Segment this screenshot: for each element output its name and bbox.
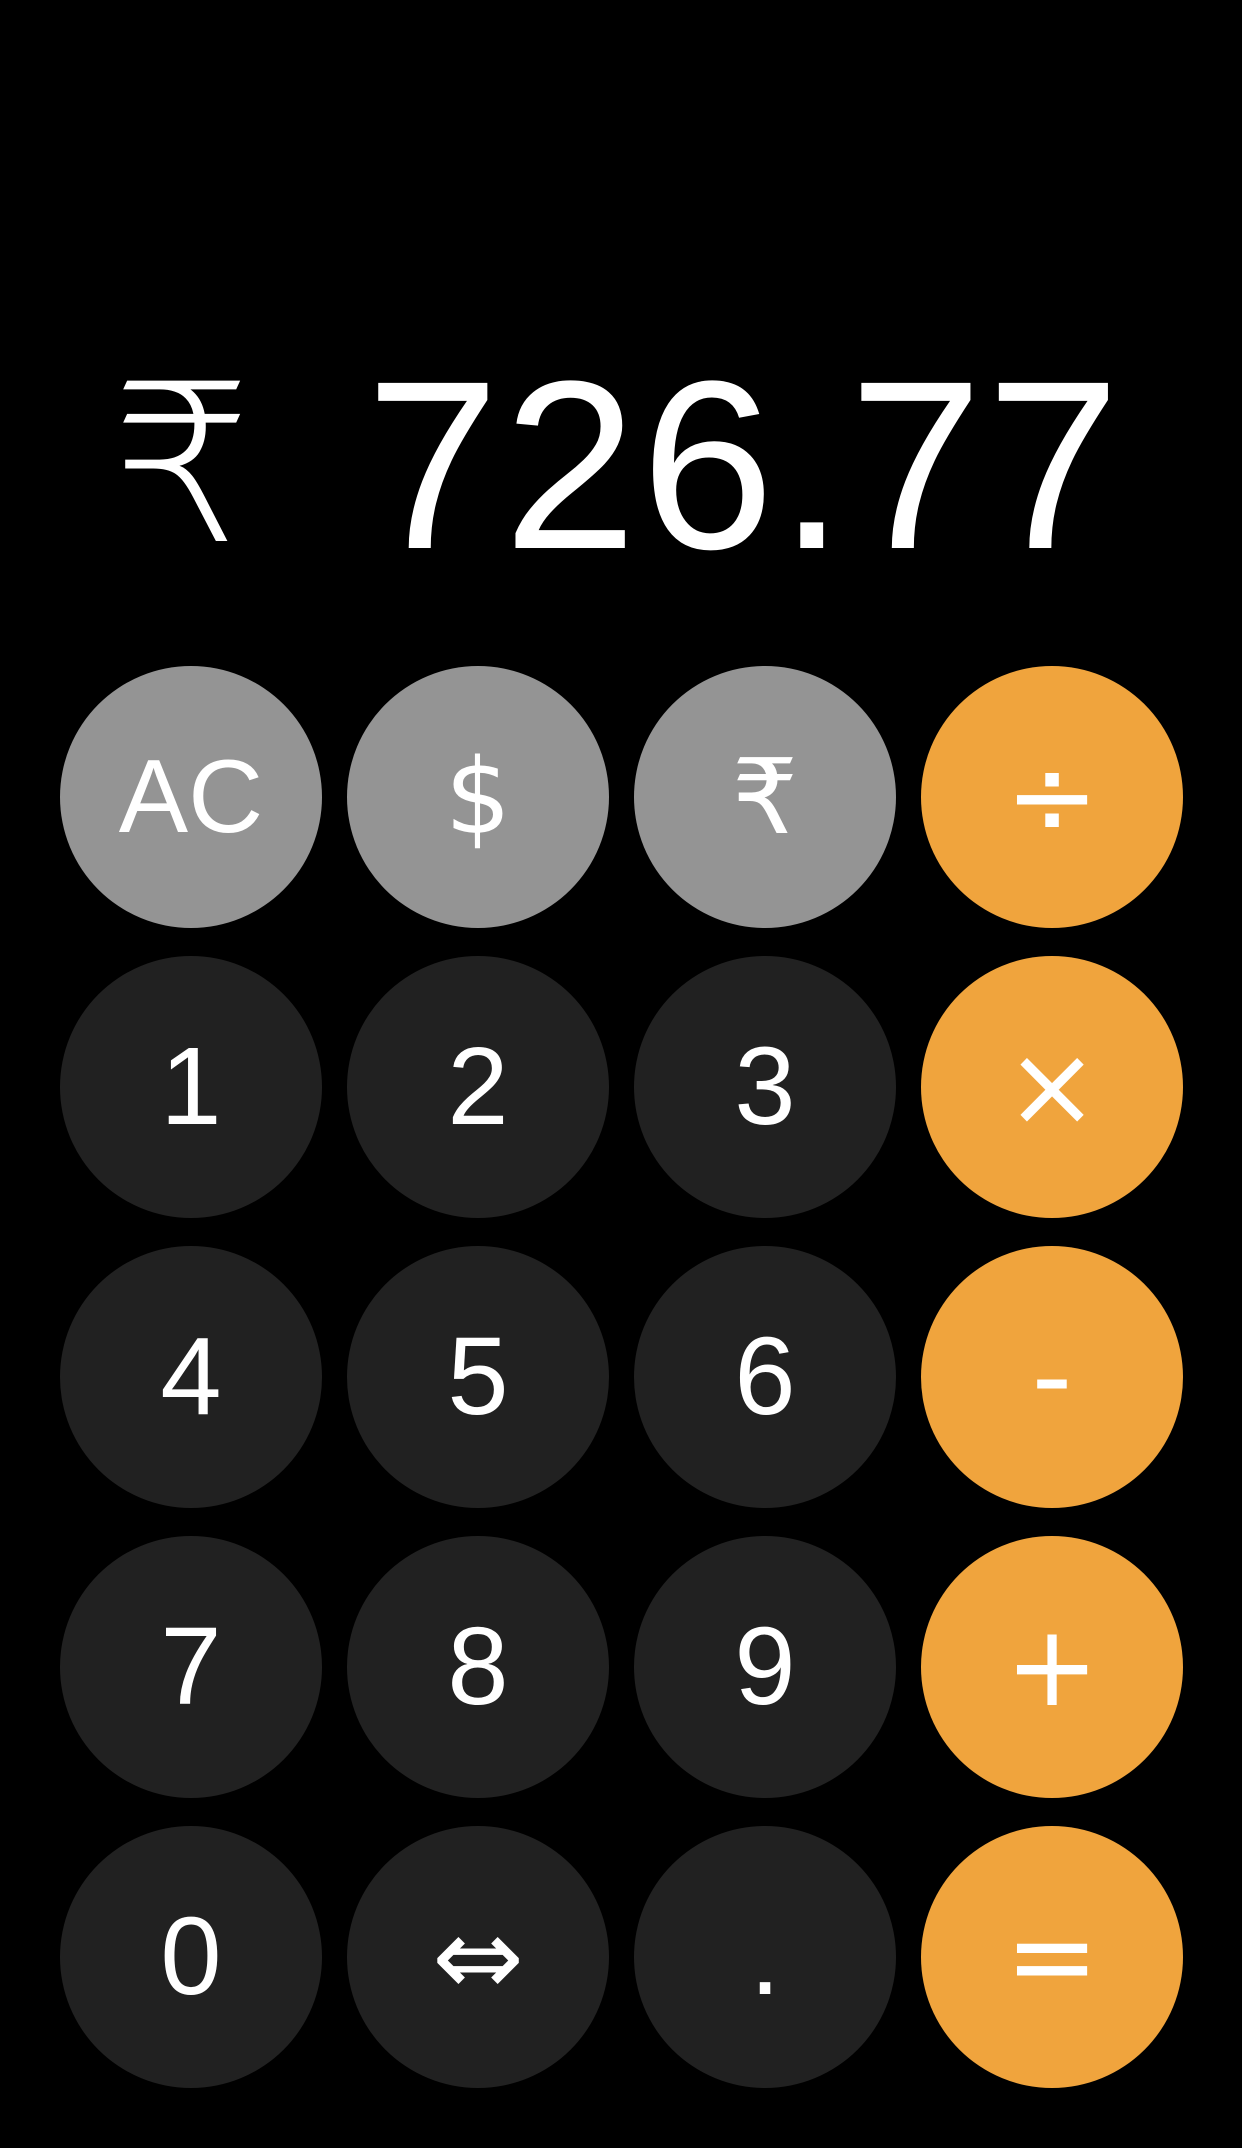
digit-7-button[interactable]: 7 — [60, 1536, 322, 1798]
digit-8-button[interactable]: 8 — [347, 1536, 609, 1798]
digit-1-label: 1 — [160, 1025, 222, 1148]
digit-0-label: 0 — [160, 1895, 222, 2018]
dollar-label: $ — [444, 736, 512, 858]
keypad: AC $ ₹ ÷ 1 2 3 × 4 5 6 - 7 8 9 + 0 ⇔ . = — [60, 666, 1183, 2088]
ac-label: AC — [118, 739, 264, 855]
digit-6-button[interactable]: 6 — [634, 1246, 896, 1508]
digit-3-label: 3 — [734, 1025, 796, 1148]
digit-5-button[interactable]: 5 — [347, 1246, 609, 1508]
digit-7-label: 7 — [160, 1605, 222, 1728]
rupee-label: ₹ — [731, 736, 799, 858]
dollar-button[interactable]: $ — [347, 666, 609, 928]
add-label: + — [1005, 1602, 1099, 1732]
subtract-button[interactable]: - — [921, 1246, 1183, 1508]
decimal-button[interactable]: . — [634, 1826, 896, 2088]
add-button[interactable]: + — [921, 1536, 1183, 1798]
digit-4-label: 4 — [160, 1315, 222, 1438]
currency-symbol: ₹ — [112, 337, 252, 593]
multiply-button[interactable]: × — [921, 956, 1183, 1218]
digit-9-button[interactable]: 9 — [634, 1536, 896, 1798]
digit-9-label: 9 — [734, 1605, 796, 1728]
rupee-button[interactable]: ₹ — [634, 666, 896, 928]
equals-button[interactable]: = — [921, 1826, 1183, 2088]
subtract-label: - — [1031, 1312, 1073, 1442]
decimal-label: . — [749, 1895, 781, 2018]
swap-arrows-icon: ⇔ — [431, 1893, 525, 2021]
display-value: 726.77 — [365, 331, 1124, 599]
multiply-label: × — [1005, 1022, 1099, 1152]
divide-label: ÷ — [1005, 732, 1099, 862]
digit-2-button[interactable]: 2 — [347, 956, 609, 1218]
equals-label: = — [1005, 1892, 1099, 2022]
display: ₹ 726.77 — [0, 330, 1242, 600]
digit-3-button[interactable]: 3 — [634, 956, 896, 1218]
swap-currency-button[interactable]: ⇔ — [347, 1826, 609, 2088]
digit-8-label: 8 — [447, 1605, 509, 1728]
digit-2-label: 2 — [447, 1025, 509, 1148]
digit-0-button[interactable]: 0 — [60, 1826, 322, 2088]
digit-1-button[interactable]: 1 — [60, 956, 322, 1218]
ac-button[interactable]: AC — [60, 666, 322, 928]
digit-4-button[interactable]: 4 — [60, 1246, 322, 1508]
digit-5-label: 5 — [447, 1315, 509, 1438]
divide-button[interactable]: ÷ — [921, 666, 1183, 928]
digit-6-label: 6 — [734, 1315, 796, 1438]
